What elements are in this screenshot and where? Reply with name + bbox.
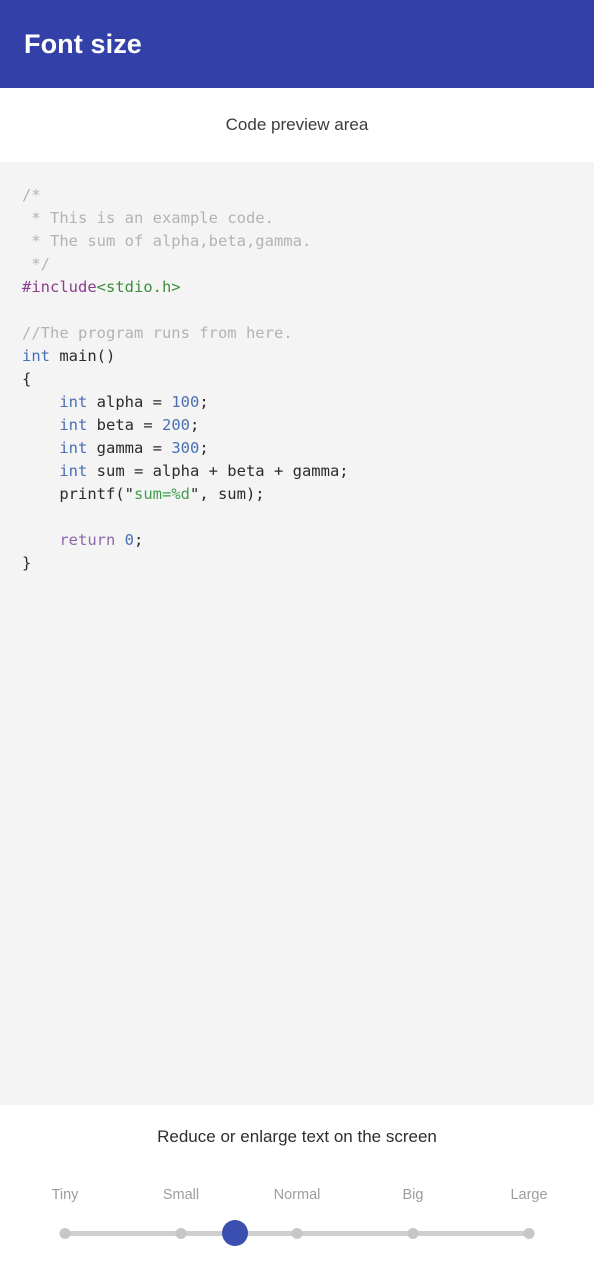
slider-tick-label-tiny: Tiny: [51, 1187, 79, 1203]
code-token: #include: [22, 278, 97, 296]
slider-track-area[interactable]: [59, 1220, 535, 1246]
code-line: * The sum of alpha,beta,gamma.: [22, 230, 594, 253]
code-line: int gamma = 300;: [22, 437, 594, 460]
code-token: main(): [50, 347, 116, 365]
code-line: * This is an example code.: [22, 207, 594, 230]
slider-tick-dot-large[interactable]: [523, 1227, 535, 1239]
code-token: 0: [124, 531, 135, 549]
code-line: printf("sum=%d", sum);: [22, 483, 594, 506]
code-token: gamma =: [87, 439, 172, 457]
code-token: int: [59, 439, 88, 457]
code-token: int: [22, 347, 50, 365]
code-token: ;: [189, 416, 200, 434]
code-token: int: [59, 416, 88, 434]
code-token: sum = alpha + beta + gamma;: [87, 462, 349, 480]
code-token: beta =: [87, 416, 162, 434]
code-token: * This is an example code.: [22, 209, 274, 227]
slider-tick-label-large: Large: [510, 1187, 548, 1203]
code-line: #include<stdio.h>: [22, 276, 594, 299]
code-token: ", sum);: [189, 485, 265, 503]
code-token: ;: [199, 439, 209, 457]
slider-tick-label-big: Big: [402, 1187, 424, 1203]
code-token: sum=%d: [133, 485, 190, 503]
code-sample: /* * This is an example code. * The sum …: [22, 184, 594, 575]
font-size-slider-section: Reduce or enlarge text on the screen Tin…: [0, 1105, 594, 1280]
slider-tick-dot-normal[interactable]: [291, 1227, 303, 1239]
code-line: int beta = 200;: [22, 414, 594, 437]
code-token: printf(": [22, 485, 134, 503]
code-line: /*: [22, 184, 594, 207]
code-token: ;: [199, 393, 209, 411]
slider-tick-label-normal: Normal: [273, 1187, 321, 1203]
code-token: int: [59, 462, 88, 480]
code-token: int: [59, 393, 88, 411]
code-token: */: [22, 255, 50, 273]
font-size-screen: Font size Code preview area /* * This is…: [0, 0, 594, 1280]
code-line: //The program runs from here.: [22, 322, 594, 345]
code-preview-label: Code preview area: [225, 115, 369, 134]
code-token: <stdio.h>: [96, 278, 181, 296]
code-token: {: [22, 370, 32, 388]
slider-tick-label-small: Small: [162, 1187, 200, 1203]
slider-caption: Reduce or enlarge text on the screen: [157, 1127, 437, 1146]
code-line: int sum = alpha + beta + gamma;: [22, 460, 594, 483]
font-size-slider[interactable]: Tiny Small Normal Big Large: [52, 1187, 548, 1247]
code-token: /*: [22, 186, 41, 204]
code-token: * The sum of alpha,beta,gamma.: [22, 232, 312, 250]
code-token: //The program runs from here.: [22, 324, 293, 342]
code-token: 100: [171, 393, 200, 411]
page-title: Font size: [24, 28, 142, 59]
code-preview-panel: /* * This is an example code. * The sum …: [0, 162, 594, 1105]
code-line: int alpha = 100;: [22, 391, 594, 414]
code-token: 300: [171, 439, 200, 457]
code-line: {: [22, 368, 594, 391]
code-token: return: [59, 531, 116, 549]
slider-thumb[interactable]: [221, 1220, 248, 1246]
slider-tick-labels: Tiny Small Normal Big Large: [52, 1187, 548, 1207]
code-line: */: [22, 253, 594, 276]
code-token: ;: [134, 531, 144, 549]
code-token: alpha =: [87, 393, 172, 411]
slider-tick-dot-small[interactable]: [175, 1227, 187, 1239]
code-line: }: [22, 552, 594, 575]
slider-tick-dot-big[interactable]: [407, 1227, 419, 1239]
app-bar: Font size: [0, 0, 594, 88]
code-line: return 0;: [22, 529, 594, 552]
code-line: int main(): [22, 345, 594, 368]
code-token: }: [22, 554, 32, 572]
preview-caption-bar: Code preview area: [0, 88, 594, 162]
code-token: 200: [161, 416, 190, 434]
slider-tick-dot-tiny[interactable]: [59, 1227, 71, 1239]
